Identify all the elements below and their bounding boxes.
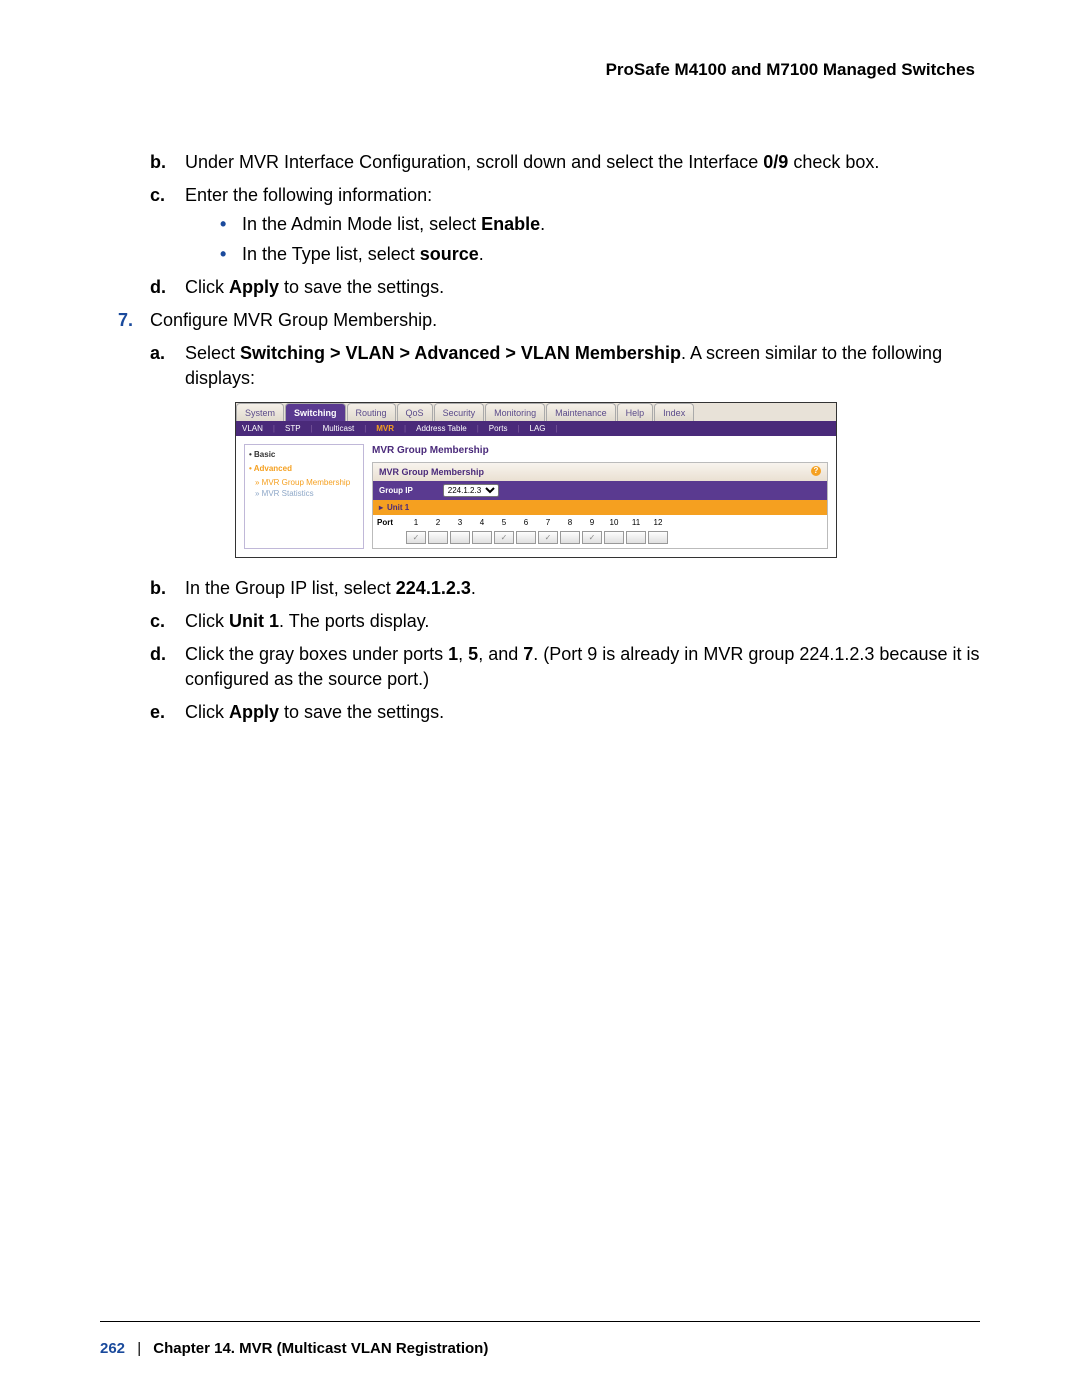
panel-head-label: MVR Group Membership — [379, 466, 484, 479]
port-box-12[interactable] — [648, 531, 668, 544]
tab-qos[interactable]: QoS — [397, 403, 433, 421]
step-7d: d. Click the gray boxes under ports 1, 5… — [150, 642, 980, 692]
port-box-11[interactable] — [626, 531, 646, 544]
sidebar-advanced[interactable]: • Advanced — [249, 463, 359, 474]
group-ip-label: Group IP — [379, 485, 413, 496]
port-box-3[interactable] — [450, 531, 470, 544]
sidebar: • Basic • Advanced » MVR Group Membershi… — [244, 444, 364, 549]
tab-switching[interactable]: Switching — [285, 403, 346, 421]
document-header: ProSafe M4100 and M7100 Managed Switches — [100, 60, 980, 80]
port-box-7[interactable] — [538, 531, 558, 544]
tab-security[interactable]: Security — [434, 403, 485, 421]
subtab-lag[interactable]: LAG — [530, 423, 546, 434]
tab-routing[interactable]: Routing — [347, 403, 396, 421]
subtab-vlan[interactable]: VLAN — [242, 423, 263, 434]
sidebar-mvr-stats[interactable]: » MVR Statistics — [249, 488, 359, 499]
step-7e: e. Click Apply to save the settings. — [150, 700, 980, 725]
page-number: 262 — [100, 1340, 125, 1357]
help-icon[interactable]: ? — [811, 466, 821, 476]
page-footer: 262 | Chapter 14. MVR (Multicast VLAN Re… — [100, 1321, 980, 1357]
tab-index[interactable]: Index — [654, 403, 694, 421]
screenshot-mvr-group-membership: System Switching Routing QoS Security Mo… — [235, 402, 837, 558]
subtab-multicast[interactable]: Multicast — [323, 423, 355, 434]
port-header-row: Port 1 2 3 4 5 6 7 8 9 — [373, 515, 827, 530]
group-ip-select[interactable]: 224.1.2.3 — [443, 484, 499, 497]
sidebar-mvr-group[interactable]: » MVR Group Membership — [249, 477, 359, 488]
port-box-5[interactable] — [494, 531, 514, 544]
sidebar-basic[interactable]: • Basic — [249, 449, 359, 460]
main-tabs: System Switching Routing QoS Security Mo… — [236, 403, 836, 421]
port-box-4[interactable] — [472, 531, 492, 544]
port-boxes-row — [373, 531, 827, 548]
port-box-1[interactable] — [406, 531, 426, 544]
port-box-8[interactable] — [560, 531, 580, 544]
step-7: 7. Configure MVR Group Membership. a. Se… — [100, 308, 980, 726]
bullet-c1: In the Admin Mode list, select Enable. — [220, 212, 980, 237]
tab-help[interactable]: Help — [617, 403, 654, 421]
step-d: d. Click Apply to save the settings. — [150, 275, 980, 300]
document-body: b. Under MVR Interface Configuration, sc… — [100, 150, 980, 726]
bullet-c2: In the Type list, select source. — [220, 242, 980, 267]
sub-tabs: VLAN| STP| Multicast| MVR| Address Table… — [236, 421, 836, 436]
subtab-stp[interactable]: STP — [285, 423, 301, 434]
panel-title: MVR Group Membership — [372, 444, 828, 458]
tab-system[interactable]: System — [236, 403, 284, 421]
subtab-mvr[interactable]: MVR — [376, 423, 394, 434]
step-c: c. Enter the following information: In t… — [150, 183, 980, 267]
unit-row[interactable]: ▸Unit 1 — [373, 500, 827, 515]
step-7c: c. Click Unit 1. The ports display. — [150, 609, 980, 634]
step-7a: a. Select Switching > VLAN > Advanced > … — [150, 341, 980, 391]
step-7b: b. In the Group IP list, select 224.1.2.… — [150, 576, 980, 601]
port-box-6[interactable] — [516, 531, 536, 544]
port-box-9[interactable] — [582, 531, 602, 544]
step-b: b. Under MVR Interface Configuration, sc… — [150, 150, 980, 175]
subtab-address-table[interactable]: Address Table — [416, 423, 467, 434]
port-box-10[interactable] — [604, 531, 624, 544]
subtab-ports[interactable]: Ports — [489, 423, 508, 434]
tab-maintenance[interactable]: Maintenance — [546, 403, 616, 421]
chapter-title: Chapter 14. MVR (Multicast VLAN Registra… — [153, 1340, 488, 1357]
port-box-2[interactable] — [428, 531, 448, 544]
tab-monitoring[interactable]: Monitoring — [485, 403, 545, 421]
